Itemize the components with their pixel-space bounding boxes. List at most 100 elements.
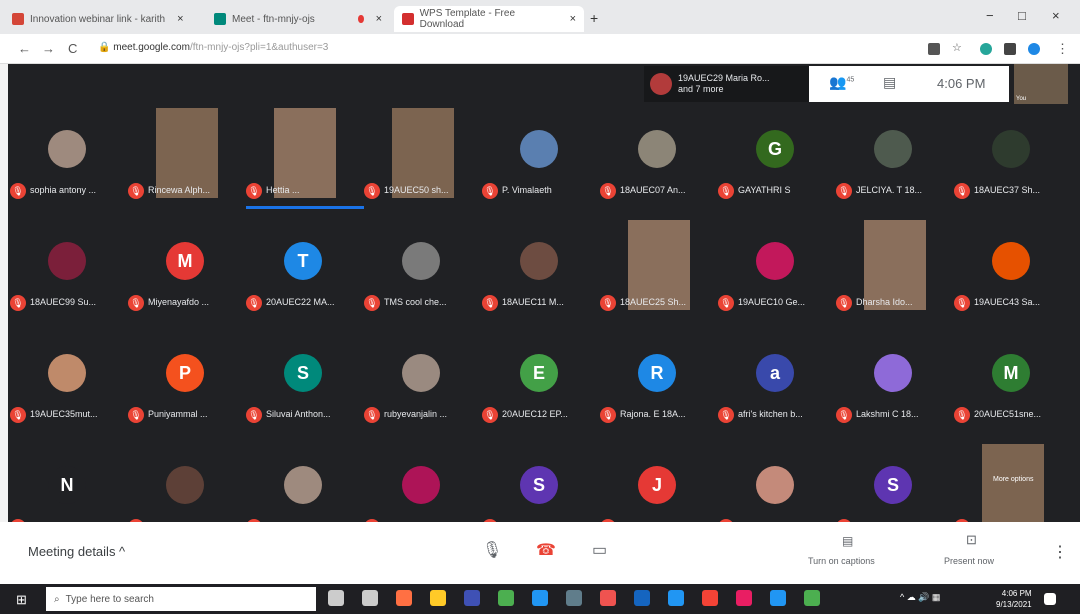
star-icon[interactable]: ☆	[952, 41, 964, 54]
more-options-icon[interactable]: ⋮	[1052, 542, 1068, 562]
participant-tile[interactable]: 🎙 18AUEC25 Sh...	[598, 220, 716, 311]
participant-tile[interactable]: 🎙 19AUEC50 sh...	[362, 108, 480, 199]
more-options-label[interactable]: More options	[993, 476, 1033, 483]
profile-avatar[interactable]	[1028, 43, 1040, 55]
maximize-button[interactable]: □	[1018, 8, 1026, 23]
presenter-chip[interactable]: 19AUEC29 Maria Ro... and 7 more	[644, 66, 809, 102]
forward-button[interactable]: →	[42, 41, 55, 56]
url-field[interactable]: 🔒 meet.google.com/ftn-mnjy-ojs?pli=1&aut…	[98, 42, 328, 53]
participant-name: afri's kitchen b...	[738, 409, 803, 419]
search-placeholder: Type here to search	[65, 593, 154, 605]
notification-icon[interactable]	[1044, 593, 1056, 605]
present-now-label[interactable]: Present now	[944, 556, 994, 566]
mic-off-icon: 🎙	[128, 183, 144, 199]
taskbar-app-icon[interactable]	[464, 590, 480, 606]
people-icon[interactable]: 👥45	[829, 74, 854, 91]
taskbar-app-icon[interactable]	[532, 590, 548, 606]
minimize-button[interactable]: −	[986, 8, 994, 23]
participant-tile[interactable]: S🎙Selvalakshmi ...	[834, 444, 952, 535]
participant-tile[interactable]: N🎙20AUEC35 Na...	[8, 444, 126, 535]
participant-tile[interactable]: G 🎙 GAYATHRI S	[716, 108, 834, 199]
hang-up-button[interactable]: ☎	[536, 540, 556, 560]
participant-tile[interactable]: R 🎙 Rajona. E 18A...	[598, 332, 716, 423]
participant-tile[interactable]: 🎙 Rincewa Alph...	[126, 108, 244, 199]
participant-tile[interactable]: 🎙Patricia Romila	[362, 444, 480, 535]
participant-tile[interactable]: S🎙Sudha A	[480, 444, 598, 535]
extension-icon[interactable]	[980, 43, 992, 55]
participant-tile[interactable]: 🎙 JELCIYA. T 18...	[834, 108, 952, 199]
participant-tile[interactable]: 🎙Santra.G 18AU...	[244, 444, 362, 535]
taskbar-app-icon[interactable]	[396, 590, 412, 606]
participant-tile[interactable]: J🎙Janeika Redin	[598, 444, 716, 535]
participant-tile[interactable]: 🎙 Hettia ...	[244, 108, 362, 199]
taskbar-app-icon[interactable]	[600, 590, 616, 606]
close-icon[interactable]: ×	[177, 13, 183, 25]
captions-label[interactable]: Turn on captions	[808, 556, 875, 566]
close-icon[interactable]: ×	[570, 13, 576, 25]
reload-button[interactable]: C	[68, 41, 77, 56]
taskbar-app-icon[interactable]	[702, 590, 718, 606]
camera-toggle-icon[interactable]: ▭	[592, 540, 607, 560]
taskbar-app-icon[interactable]	[770, 590, 786, 606]
tab-wps-template[interactable]: WPS Template - Free Download ×	[394, 6, 584, 32]
tab-meet[interactable]: Meet - ftn-mnjy-ojs	[206, 6, 346, 32]
microphone-icon[interactable]: 🎙	[482, 540, 502, 560]
participant-tile[interactable]: 🎙 18AUEC07 An...	[598, 108, 716, 199]
new-tab-button[interactable]: +	[590, 10, 598, 26]
camera-icon[interactable]	[928, 43, 940, 55]
participant-tile[interactable]: 🎙 19AUEC10 Ge...	[716, 220, 834, 311]
participant-tile[interactable]: T 🎙 20AUEC22 MA...	[244, 220, 362, 311]
participant-tile[interactable]: 🎙 18AUEC99 Su...	[8, 220, 126, 311]
mic-off-icon: 🎙	[954, 183, 970, 199]
participant-tile[interactable]: 🎙 Lakshmi C 18...	[834, 332, 952, 423]
back-button[interactable]: ←	[18, 41, 31, 56]
system-tray[interactable]: ^ ☁ 🔊 ▦	[900, 592, 940, 603]
participant-tile[interactable]: 🎙Amutha Anjali	[126, 444, 244, 535]
participant-tile[interactable]: 🎙 Dharsha Ido...	[834, 220, 952, 311]
close-icon[interactable]: ×	[376, 13, 382, 25]
participant-tile[interactable]: 🎙 P. Vimalaeth	[480, 108, 598, 199]
taskbar-app-icon[interactable]	[634, 590, 650, 606]
menu-icon[interactable]: ⋮	[1056, 41, 1069, 57]
participant-tile[interactable]: 🎙Vennila 22	[716, 444, 834, 535]
participant-tile[interactable]: M 🎙 20AUEC51sne...	[952, 332, 1070, 423]
taskbar-app-icon[interactable]	[668, 590, 684, 606]
taskbar-clock[interactable]: 4:06 PM 9/13/2021	[996, 588, 1032, 610]
tab-recording[interactable]: ×	[350, 6, 390, 32]
meeting-details-button[interactable]: Meeting details ^	[28, 544, 125, 559]
participant-name: 20AUEC51sne...	[974, 409, 1042, 419]
avatar: J	[638, 466, 676, 504]
participant-tile[interactable]: 🎙 rubyevanjalin ...	[362, 332, 480, 423]
participant-tile[interactable]: 🎙19AUEC44 Sa...	[952, 444, 1070, 535]
chat-icon[interactable]: ▤	[883, 74, 896, 91]
taskbar-search[interactable]: ⌕ Type here to search	[46, 587, 316, 611]
taskbar-app-icon[interactable]	[430, 590, 446, 606]
self-view-video[interactable]: You	[1014, 64, 1068, 104]
participant-tile[interactable]: 🎙 18AUEC11 M...	[480, 220, 598, 311]
mic-off-icon: 🎙	[836, 407, 852, 423]
captions-icon[interactable]: ▤	[842, 534, 853, 548]
taskbar-app-icon[interactable]	[736, 590, 752, 606]
present-icon[interactable]: ⊡	[966, 532, 977, 548]
taskbar-app-icon[interactable]	[362, 590, 378, 606]
taskbar-app-icon[interactable]	[566, 590, 582, 606]
participant-tile[interactable]: E 🎙 20AUEC12 EP...	[480, 332, 598, 423]
taskbar-app-icon[interactable]	[328, 590, 344, 606]
windows-start-icon[interactable]: ⊞	[16, 592, 27, 608]
puzzle-icon[interactable]	[1004, 43, 1016, 55]
participant-tile[interactable]: 🎙 19AUEC35mut...	[8, 332, 126, 423]
participant-tile[interactable]: S 🎙 Siluvai Anthon...	[244, 332, 362, 423]
participant-name: 18AUEC25 Sh...	[620, 297, 687, 307]
participant-tile[interactable]: a 🎙 afri's kitchen b...	[716, 332, 834, 423]
avatar	[992, 242, 1030, 280]
participant-tile[interactable]: P 🎙 Puniyammal ...	[126, 332, 244, 423]
taskbar-app-icon[interactable]	[804, 590, 820, 606]
participant-tile[interactable]: 🎙 18AUEC37 Sh...	[952, 108, 1070, 199]
close-window-button[interactable]: ×	[1052, 8, 1060, 23]
participant-tile[interactable]: 🎙 19AUEC43 Sa...	[952, 220, 1070, 311]
taskbar-app-icon[interactable]	[498, 590, 514, 606]
participant-tile[interactable]: 🎙 sophia antony ...	[8, 108, 126, 199]
participant-tile[interactable]: M 🎙 Miyenayafdo ...	[126, 220, 244, 311]
participant-tile[interactable]: 🎙 TMS cool che...	[362, 220, 480, 311]
tab-innovation-webinar[interactable]: Innovation webinar link - karith ×	[4, 6, 204, 32]
